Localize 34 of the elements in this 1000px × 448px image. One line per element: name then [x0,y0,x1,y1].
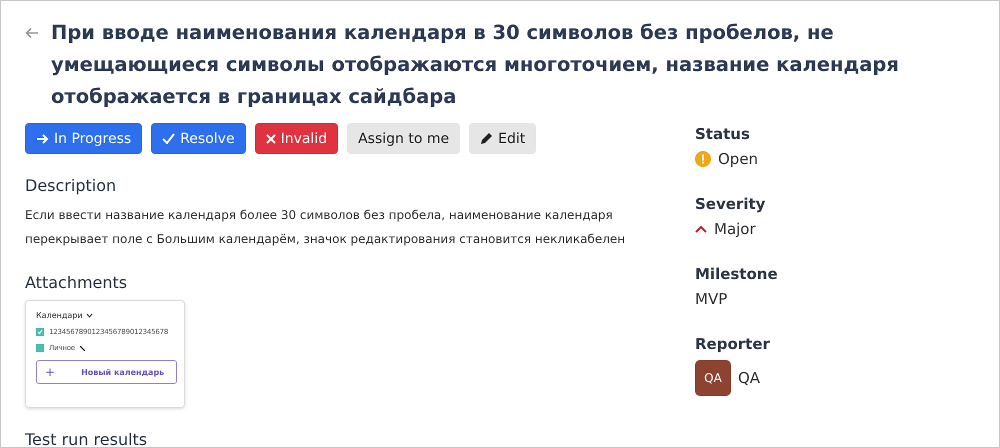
chevron-icon [86,312,93,318]
calendar-checkbox[interactable] [36,344,44,352]
calendars-heading: Календари [36,311,83,320]
field-label: Status [695,125,751,143]
chevron-up-icon [695,225,707,233]
issue-title: При вводе наименования календаря в 30 символов без пробелов, не умещающиеся символы отображаются многоточием, название календаря отображается в границах сайдбара [51,20,900,110]
edit-button[interactable]: Edit [469,123,536,154]
pencil-icon [80,346,85,350]
avatar: QA [695,360,731,396]
action-button[interactable]: Resolve [151,123,246,154]
arrow-icon [36,132,49,144]
section-heading: Attachments [25,273,128,292]
field-label: Reporter [695,335,771,353]
field-value: QA [738,369,760,387]
section-heading: Description [25,176,118,195]
action-button[interactable]: In Progress [25,123,142,154]
close-icon [266,134,276,144]
field-value: Open [718,150,758,168]
pencil-icon [480,132,494,145]
new-calendar-button[interactable]: + Новый календарь [36,360,177,384]
check-icon [162,133,176,144]
warning-icon [695,151,711,167]
field-label: Severity [695,195,766,213]
action-button[interactable]: Invalid [254,123,338,154]
field-value: MVP [695,290,728,308]
button-label: Новый календарь [81,368,164,376]
plus-icon: + [45,365,56,379]
section-heading: Test run results [25,430,148,448]
field-label: Milestone [695,265,778,283]
description-text: Если ввести название календаря более 30 символов без пробела, наименование календаря перекрывает поле с Большим календарём, значок редактирования становится некликабелен [25,207,626,248]
calendar-checkbox[interactable] [36,328,44,336]
assign-button[interactable]: Assign to me [347,123,460,154]
back-arrow-icon[interactable] [25,27,39,39]
field-value: Major [714,220,756,238]
